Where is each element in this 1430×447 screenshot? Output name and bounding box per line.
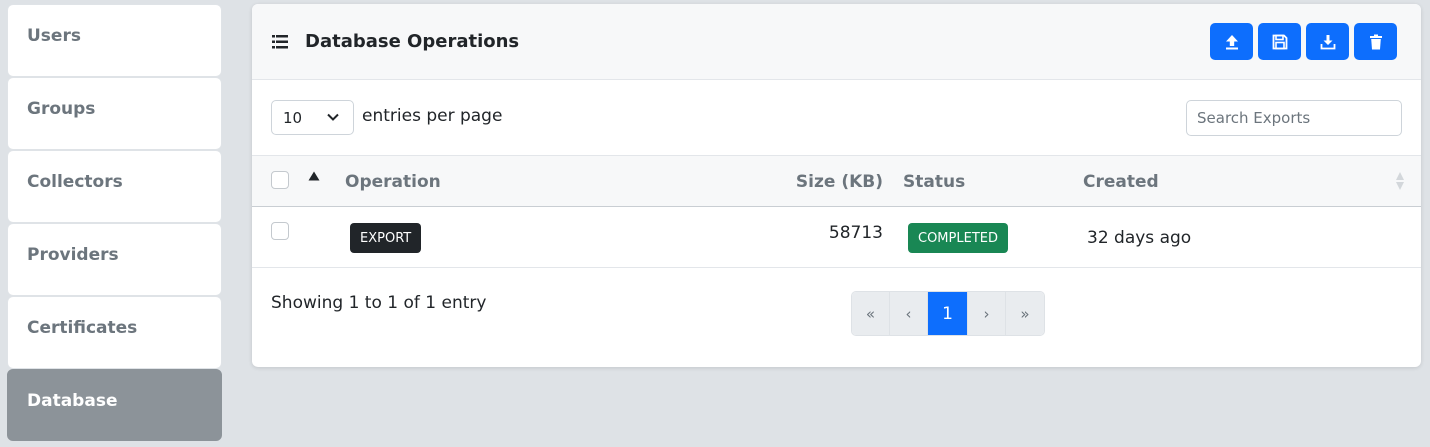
select-all-checkbox[interactable] — [271, 171, 289, 189]
status-badge: COMPLETED — [908, 223, 1008, 253]
created-value: 32 days ago — [1087, 228, 1192, 248]
current-page-button[interactable]: 1 — [928, 292, 968, 335]
list-icon — [272, 34, 288, 48]
sidebar-item-collectors[interactable]: Collectors — [7, 150, 222, 223]
save-icon — [1272, 34, 1287, 49]
upload-icon — [1225, 34, 1238, 49]
table-row: EXPORT 58713 COMPLETED 32 days ago — [252, 207, 1421, 268]
sidebar-item-label: Providers — [27, 245, 119, 265]
page-title: Database Operations — [305, 31, 520, 52]
sidebar-item-certificates[interactable]: Certificates — [7, 296, 222, 369]
page-size-select[interactable]: 10 — [271, 100, 354, 135]
sidebar: Users Groups Collectors Providers Certif… — [7, 4, 222, 441]
showing-entries-text: Showing 1 to 1 of 1 entry — [271, 293, 487, 313]
table-controls: 10 entries per page — [252, 80, 1421, 156]
last-page-button[interactable]: » — [1006, 292, 1044, 335]
delete-button[interactable] — [1354, 23, 1397, 60]
chevron-down-icon — [327, 113, 339, 121]
size-value: 58713 — [828, 223, 883, 243]
toolbar — [1210, 23, 1397, 60]
save-button[interactable] — [1258, 23, 1301, 60]
row-checkbox[interactable] — [271, 222, 289, 240]
sidebar-item-database[interactable]: Database — [7, 369, 222, 441]
page-size-value: 10 — [283, 108, 303, 127]
download-button[interactable] — [1306, 23, 1349, 60]
search-input[interactable] — [1186, 100, 1402, 136]
sidebar-item-label: Certificates — [27, 318, 138, 338]
column-header-created[interactable]: Created — [1083, 172, 1159, 192]
column-header-size[interactable]: Size (KB) — [796, 172, 883, 192]
trash-icon — [1369, 34, 1382, 49]
sort-ascending-icon[interactable] — [308, 171, 320, 181]
entries-per-page-label: entries per page — [362, 106, 503, 126]
card-header: Database Operations — [252, 4, 1421, 80]
sidebar-item-groups[interactable]: Groups — [7, 77, 222, 150]
first-page-button[interactable]: « — [852, 292, 890, 335]
sidebar-item-providers[interactable]: Providers — [7, 223, 222, 296]
previous-page-button[interactable]: ‹ — [890, 292, 928, 335]
sidebar-item-users[interactable]: Users — [7, 4, 222, 77]
sidebar-item-label: Groups — [27, 99, 96, 119]
sidebar-item-label: Database — [27, 391, 118, 411]
sidebar-item-label: Users — [27, 26, 81, 46]
next-page-button[interactable]: › — [968, 292, 1006, 335]
table-footer: Showing 1 to 1 of 1 entry « ‹ 1 › » — [252, 268, 1421, 367]
operation-badge: EXPORT — [350, 223, 422, 253]
upload-button[interactable] — [1210, 23, 1253, 60]
sidebar-item-label: Collectors — [27, 172, 123, 192]
sort-icon[interactable] — [1395, 171, 1405, 191]
card-title-wrap: Database Operations — [272, 31, 519, 52]
database-operations-card: Database Operations 10 entries per page … — [252, 4, 1421, 367]
column-header-operation[interactable]: Operation — [345, 172, 441, 192]
download-icon — [1320, 34, 1335, 49]
pagination: « ‹ 1 › » — [851, 291, 1045, 336]
column-header-status[interactable]: Status — [903, 172, 965, 192]
table-header: Operation Size (KB) Status Created — [252, 156, 1421, 207]
